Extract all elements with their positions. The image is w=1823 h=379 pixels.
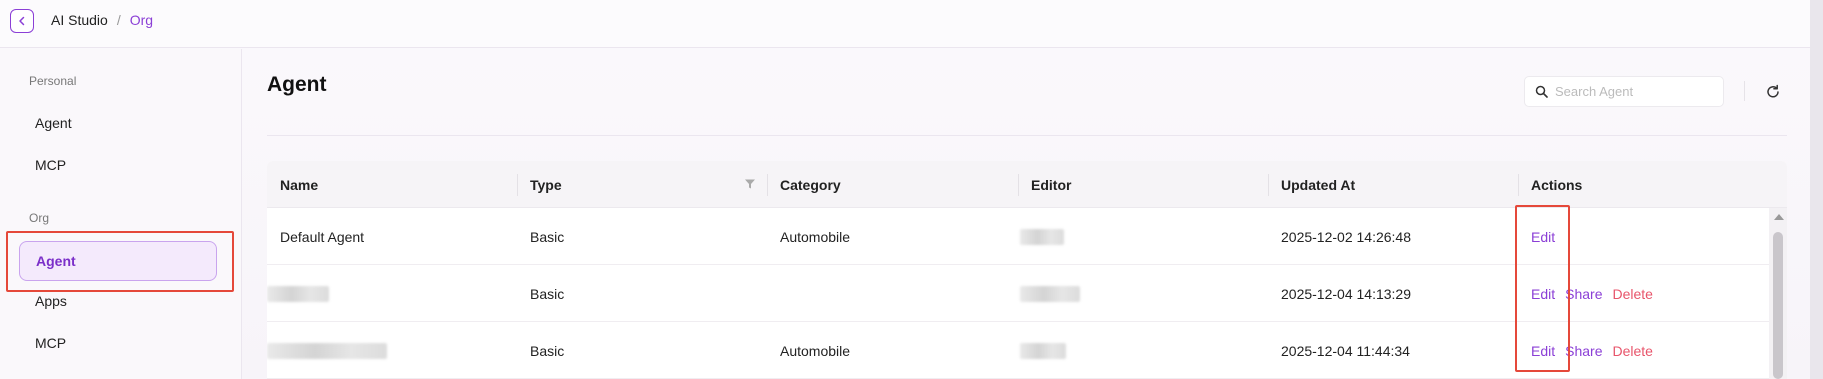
delete-link[interactable]: Delete — [1612, 343, 1652, 359]
chevron-left-icon — [19, 16, 25, 26]
cell-updated-at: 2025-12-04 11:44:34 — [1281, 342, 1410, 359]
breadcrumb: AI Studio / Org — [51, 12, 153, 28]
column-header-name: Name — [280, 176, 319, 193]
search-input[interactable] — [1555, 84, 1715, 99]
cell-category: Automobile — [780, 342, 851, 359]
sidebar-item-personal-mcp[interactable]: MCP — [35, 157, 66, 173]
toolbar-divider — [1744, 81, 1745, 101]
cell-updated-at: 2025-12-04 14:13:29 — [1281, 285, 1411, 302]
breadcrumb-ai-studio[interactable]: AI Studio — [51, 12, 108, 28]
sidebar: Personal Agent MCP Org Agent Apps MCP — [0, 49, 242, 379]
cell-actions: Edit Share Delete — [1531, 322, 1663, 379]
breadcrumb-separator: / — [116, 12, 121, 28]
top-header: AI Studio / Org — [0, 0, 1823, 48]
page-title: Agent — [267, 73, 327, 96]
section-divider — [267, 135, 1787, 136]
cell-name-redacted — [267, 322, 387, 379]
column-header-editor: Editor — [1031, 176, 1072, 193]
search-icon — [1535, 85, 1548, 98]
search-box[interactable] — [1524, 76, 1724, 107]
share-link[interactable]: Share — [1565, 286, 1602, 302]
sidebar-item-org-mcp[interactable]: MCP — [35, 335, 66, 351]
sidebar-item-org-agent[interactable]: Agent — [19, 241, 217, 281]
cell-actions: Edit — [1531, 208, 1565, 265]
refresh-button[interactable] — [1764, 83, 1782, 101]
window-edge — [1810, 0, 1823, 379]
cell-type: Basic — [530, 285, 565, 302]
table-header: Name Type Category Editor Updated At Act… — [267, 161, 1787, 208]
section-label-personal: Personal — [29, 74, 77, 88]
table-row: Basic Automobile 2025-12-04 11:44:34 Edi… — [267, 322, 1769, 379]
column-header-updated-at: Updated At — [1281, 176, 1356, 193]
sidebar-item-label: Agent — [36, 253, 76, 269]
column-header-category: Category — [780, 176, 841, 193]
sidebar-item-personal-agent[interactable]: Agent — [35, 115, 72, 131]
cell-editor-redacted — [1020, 208, 1064, 265]
cell-actions: Edit Share Delete — [1531, 265, 1663, 322]
breadcrumb-org: Org — [129, 12, 154, 28]
edit-link[interactable]: Edit — [1531, 343, 1555, 359]
cell-editor-redacted — [1020, 322, 1066, 379]
table-row: Basic 2025-12-04 14:13:29 Edit Share Del… — [267, 265, 1769, 322]
cell-updated-at: 2025-12-02 14:26:48 — [1281, 228, 1411, 245]
cell-category: Automobile — [780, 228, 851, 245]
back-button[interactable] — [10, 9, 34, 33]
column-header-actions: Actions — [1531, 176, 1583, 193]
cell-type: Basic — [530, 228, 565, 245]
table-scrollbar[interactable] — [1769, 208, 1787, 379]
refresh-icon — [1767, 84, 1779, 98]
share-link[interactable]: Share — [1565, 343, 1602, 359]
delete-link[interactable]: Delete — [1612, 286, 1652, 302]
cell-name: Default Agent — [280, 228, 365, 245]
sidebar-item-org-apps[interactable]: Apps — [35, 293, 67, 309]
cell-type: Basic — [530, 342, 565, 359]
edit-link[interactable]: Edit — [1531, 286, 1555, 302]
filter-icon[interactable] — [744, 178, 756, 190]
cell-editor-redacted — [1020, 265, 1080, 322]
column-header-type: Type — [530, 176, 562, 193]
scroll-up-arrow-icon[interactable] — [1774, 214, 1784, 220]
section-label-org: Org — [29, 211, 50, 225]
cell-name-redacted — [267, 265, 329, 322]
edit-link[interactable]: Edit — [1531, 229, 1555, 245]
agent-table: Name Type Category Editor Updated At Act… — [267, 161, 1787, 379]
scroll-thumb[interactable] — [1773, 232, 1783, 379]
table-row: Default Agent Basic Automobile 2025-12-0… — [267, 208, 1769, 265]
